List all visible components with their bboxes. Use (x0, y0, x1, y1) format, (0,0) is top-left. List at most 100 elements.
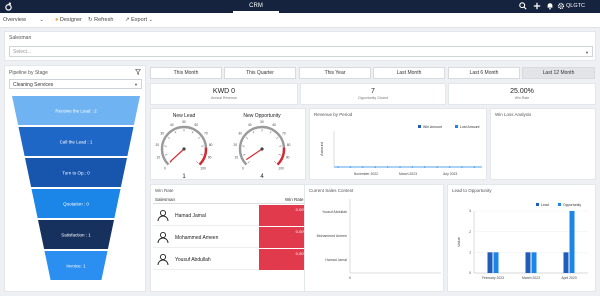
tab-last-6-month[interactable]: Last 6 Month (448, 67, 520, 79)
win-rate-header: Salesman Win Rate (153, 197, 309, 204)
legend-swatch (455, 125, 458, 128)
kpi-annual-revenue: KWD 0 Annual Revenue (150, 83, 298, 105)
gauge-tick-label: 100 (278, 166, 284, 170)
caret-down-icon: ▼ (134, 82, 138, 87)
user-menu[interactable]: QLGTC (566, 2, 585, 11)
toolbar: Overview ⌄ ● Designer ↻ Refresh ↗ Export… (0, 13, 600, 28)
contest-name-label: Mohammed Ameen (317, 234, 347, 238)
y-tick-label: 0 (469, 271, 471, 275)
gauge-tick-label: 50 (182, 120, 186, 124)
tab-last-month[interactable]: Last Month (373, 67, 445, 79)
kpi-value: KWD 0 (212, 88, 236, 95)
y-tick-label: 2 (469, 230, 471, 234)
tab-this-quarter[interactable]: This Quarter (224, 67, 296, 79)
gauge-tick-label: 30 (160, 131, 164, 135)
gauge-tick (276, 137, 279, 139)
gauge-value: 4 (260, 174, 264, 180)
tab-last-12-month[interactable]: Last 12 Month (522, 67, 595, 79)
kpi-value: 7 (371, 88, 375, 95)
salesman-select[interactable]: Select... ▼ (9, 46, 593, 57)
data-point (399, 166, 401, 168)
salesman-filter: Salesman Select... ▼ (4, 31, 596, 61)
tab-label: Last Month (396, 70, 422, 76)
filter-icon[interactable] (135, 69, 141, 77)
x-tick-label: March 2023 (522, 276, 540, 280)
top-bar: CRM QLGTC (0, 0, 600, 13)
export-button[interactable]: ↗ Export ⌄ (125, 16, 153, 25)
view-selector[interactable]: Overview ⌄ (3, 16, 44, 25)
data-point (374, 166, 376, 168)
bar-opportunity[interactable] (569, 211, 575, 273)
y-axis-label: Amount (319, 141, 324, 156)
salesman-name: Mohammed Ameen (175, 235, 219, 241)
lead-opportunity-chart: 0 1 2 3 Value February 2023 March 2023 April 20… (456, 203, 588, 280)
win-loss-title: Win Loss Analysis (495, 112, 532, 117)
gauge-needle (169, 148, 185, 163)
bar-lead[interactable] (487, 252, 493, 273)
gauge-tick-label: 90 (208, 156, 212, 160)
gauge-tick-label: 30 (238, 131, 242, 135)
table-row[interactable]: Yousuf Abdullah 0.00% (153, 249, 309, 270)
data-point (448, 166, 451, 168)
gauge-needle (245, 148, 263, 161)
data-point (424, 166, 426, 168)
chevron-down-icon: ⌄ (39, 17, 44, 23)
bar-opportunity[interactable] (531, 252, 537, 273)
bell-icon[interactable] (545, 2, 554, 11)
tab-this-month[interactable]: This Month (150, 67, 222, 79)
designer-button[interactable]: ● Designer (55, 16, 82, 25)
bar-lead[interactable] (563, 252, 569, 273)
win-rate-title: Win Rate (155, 188, 174, 193)
tab-label: Last 6 Month (469, 70, 499, 76)
gauge-tick (164, 154, 168, 156)
bar-opportunity[interactable] (493, 252, 499, 273)
chevron-down-icon: ⌄ (148, 17, 153, 23)
legend-label: Opportunity (563, 203, 581, 207)
legend-label: Lost Amount (460, 125, 479, 129)
gauge-tick-label: 100 (200, 166, 206, 170)
gauge-tick (198, 137, 201, 139)
data-point (337, 166, 339, 168)
gauge-hub (182, 147, 186, 151)
gauge-tick (278, 154, 282, 156)
caret-down-icon: ▼ (585, 50, 589, 55)
bar-lead[interactable] (525, 252, 531, 273)
gauge-tick-label: 10 (157, 156, 161, 160)
gauge-tick (200, 154, 204, 156)
gauge-tick-label: 20 (156, 143, 160, 147)
kpi-label: Win Rate (514, 96, 530, 100)
funnel-stage-label: Invoice: 1 (66, 264, 86, 269)
tab-label: This Quarter (246, 70, 274, 76)
funnel-stage-label: Call the Lead : 1 (60, 140, 93, 145)
legend-swatch (418, 125, 421, 128)
gauge-danger-zone (198, 147, 208, 166)
tab-label: Last 12 Month (542, 70, 575, 76)
app-logo[interactable] (4, 2, 13, 11)
pipeline-title: Pipeline by Stage (9, 70, 48, 76)
salesman-placeholder: Select... (13, 49, 32, 55)
plus-icon[interactable] (532, 2, 541, 11)
gauge-tick-label: 80 (287, 143, 291, 147)
export-icon: ↗ (125, 17, 130, 23)
gear-icon[interactable] (556, 2, 565, 11)
refresh-button[interactable]: ↻ Refresh (88, 16, 113, 25)
designer-icon: ● (55, 17, 59, 23)
legend-label: Win Amount (423, 125, 442, 129)
gauge-danger-zone (276, 147, 286, 166)
win-rate-value: 0.00% (259, 249, 309, 270)
table-row[interactable]: Hamad Jamal 0.00% (153, 205, 309, 226)
view-label: Overview (3, 17, 26, 23)
data-point (349, 166, 352, 168)
pipeline-funnel: Receive the Lead : 2 Call the Lead : 1 Tur… (12, 96, 140, 280)
sales-contest-chart: Yousuf Abdullah Mohammed Ameen Hamad Jamal… (317, 199, 441, 280)
table-row[interactable]: Mohammed Ameen 0.00% (153, 227, 309, 248)
gauge-hub (260, 147, 264, 151)
tab-this-year[interactable]: This Year (299, 67, 371, 79)
col-win-rate: Win Rate (285, 197, 304, 202)
kpi-value: 25.00% (510, 88, 534, 95)
tab-crm[interactable]: CRM (233, 0, 279, 13)
pipeline-select[interactable]: Cleaning Services ▼ (9, 79, 142, 89)
gauge-tick-label: 60 (194, 123, 198, 127)
gauge-tick (247, 161, 250, 164)
search-icon[interactable] (518, 2, 527, 11)
